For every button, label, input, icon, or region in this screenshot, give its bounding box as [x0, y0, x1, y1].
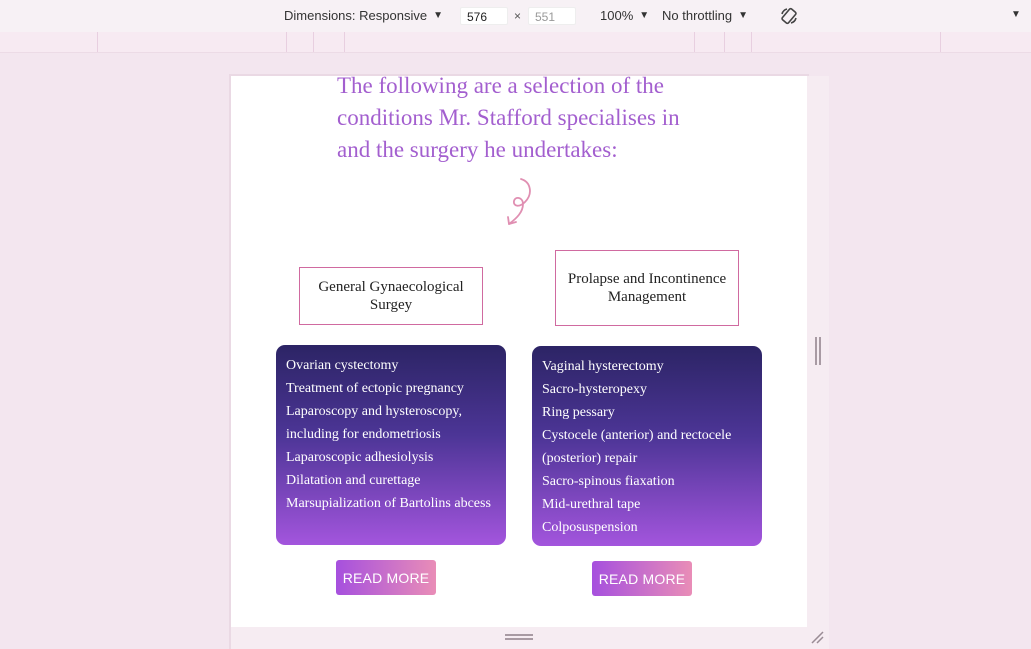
condition-list: Vaginal hysterectomy Sacro-hysteropexy R… — [542, 355, 752, 539]
times-sign: × — [514, 9, 522, 23]
read-more-button-general[interactable]: READ MORE — [336, 560, 436, 595]
resize-grip-icon — [815, 337, 821, 365]
rotate-icon — [781, 7, 797, 25]
card-title-general-surgery: General Gynaecological Surgey — [299, 267, 483, 325]
caret-down-icon: ▼ — [639, 10, 650, 21]
rotate-button[interactable] — [779, 6, 799, 26]
width-input[interactable]: 576 — [460, 7, 508, 25]
list-item: Laparoscopic adhesiolysis — [286, 450, 434, 465]
list-item: Cystocele (anterior) and rectocele (post… — [542, 428, 732, 466]
card-title-prolapse: Prolapse and Incontinence Management — [555, 250, 739, 326]
list-item: Vaginal hysterectomy — [542, 359, 664, 374]
list-item: Sacro-spinous fiaxation — [542, 474, 675, 489]
emulated-viewport: The following are a selection of the con… — [231, 76, 807, 627]
list-item: Treatment of ectopic pregnancy — [286, 381, 464, 396]
list-item: Laparoscopy and hysteroscopy, including … — [286, 404, 462, 442]
throttling-label: No throttling — [662, 8, 733, 23]
caret-down-icon: ▼ — [1011, 9, 1021, 20]
card-general-surgery: Ovarian cystectomy Treatment of ectopic … — [276, 345, 506, 545]
list-item: Dilatation and curettage — [286, 473, 421, 488]
more-options-button[interactable]: ▼ — [1011, 9, 1021, 20]
list-item: Sacro-hysteropexy — [542, 382, 647, 397]
caret-down-icon: ▼ — [433, 10, 443, 21]
list-item: Marsupialization of Bartolins abcess — [286, 496, 491, 511]
card-prolapse: Vaginal hysterectomy Sacro-hysteropexy R… — [532, 346, 762, 546]
condition-list: Ovarian cystectomy Treatment of ectopic … — [286, 354, 496, 515]
caret-down-icon: ▼ — [738, 10, 748, 21]
intro-heading: The following are a selection of the con… — [337, 76, 680, 162]
device-toolbar: Dimensions: Responsive ▼ 576 × 551 100% … — [0, 0, 1031, 33]
dimensions-dropdown[interactable]: Dimensions: Responsive ▼ — [284, 8, 443, 23]
throttling-dropdown[interactable]: No throttling ▼ — [662, 8, 748, 23]
zoom-label: 100% — [600, 8, 634, 23]
corner-resize-icon[interactable] — [810, 630, 824, 644]
dimensions-label: Dimensions: Responsive — [284, 8, 428, 23]
swirl-arrow-icon — [507, 178, 531, 225]
list-item: Colposuspension — [542, 520, 638, 535]
list-item: Mid-urethral tape — [542, 497, 641, 512]
height-input[interactable]: 551 — [528, 7, 576, 25]
media-query-bar[interactable] — [0, 32, 1031, 53]
resize-grip-icon — [505, 634, 533, 640]
zoom-dropdown[interactable]: 100% ▼ — [600, 8, 649, 23]
list-item: Ovarian cystectomy — [286, 358, 399, 373]
read-more-button-prolapse[interactable]: READ MORE — [592, 561, 692, 596]
list-item: Ring pessary — [542, 405, 615, 420]
